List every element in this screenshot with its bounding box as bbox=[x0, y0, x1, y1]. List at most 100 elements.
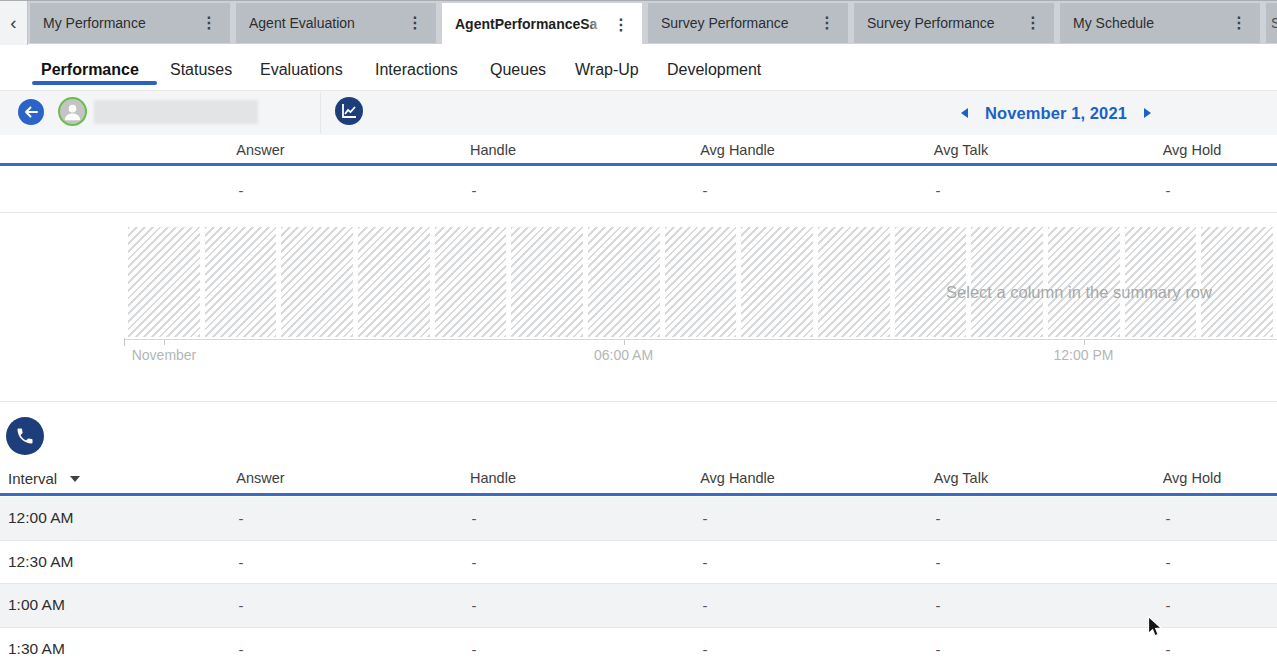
summary-col-avg-handle[interactable]: Avg Handle bbox=[700, 142, 775, 158]
summary-value[interactable]: - bbox=[1166, 182, 1171, 199]
chart-bar bbox=[205, 227, 277, 337]
summary-col-handle[interactable]: Handle bbox=[470, 142, 516, 158]
table-row[interactable]: 1:00 AM - - - - - bbox=[0, 584, 1277, 628]
tab-agent-evaluation[interactable]: Agent Evaluation⋮ bbox=[236, 3, 436, 43]
interval-cell: 1:00 AM bbox=[8, 596, 65, 614]
axis-label-12pm: 12:00 PM bbox=[1054, 347, 1114, 363]
interval-col-handle[interactable]: Handle bbox=[470, 470, 516, 486]
axis-tick bbox=[164, 340, 165, 345]
nav-tab-evaluations[interactable]: Evaluations bbox=[260, 62, 343, 78]
chart-bar bbox=[128, 227, 200, 337]
cell-value: - bbox=[1166, 597, 1171, 614]
chart-bar bbox=[435, 227, 507, 337]
tab-label-fade bbox=[586, 3, 614, 45]
axis-tick bbox=[1084, 340, 1085, 345]
sort-caret-icon bbox=[70, 476, 80, 482]
next-day-button[interactable] bbox=[1144, 108, 1151, 118]
prev-day-button[interactable] bbox=[961, 108, 968, 118]
voice-channel-button[interactable] bbox=[6, 417, 44, 455]
phone-icon bbox=[15, 426, 35, 446]
tab-menu-icon[interactable]: ⋮ bbox=[1025, 3, 1041, 43]
tab-my-schedule[interactable]: My Schedule⋮ bbox=[1060, 3, 1260, 43]
active-nav-underline bbox=[32, 81, 157, 86]
chart-bar bbox=[895, 227, 967, 337]
summary-col-answer[interactable]: Answer bbox=[236, 142, 284, 158]
cell-value: - bbox=[472, 553, 477, 570]
cell-value: - bbox=[1166, 510, 1171, 527]
cell-value: - bbox=[239, 510, 244, 527]
tab-menu-icon[interactable]: ⋮ bbox=[819, 3, 835, 43]
back-button[interactable] bbox=[18, 99, 44, 125]
tab-menu-icon[interactable]: ⋮ bbox=[1231, 3, 1247, 43]
agent-name-redacted bbox=[94, 100, 258, 124]
tab-partial[interactable]: S bbox=[1266, 3, 1277, 43]
nav-tab-wrap-up[interactable]: Wrap-Up bbox=[575, 62, 639, 78]
toolbar-divider bbox=[320, 92, 321, 133]
date-navigator: November 1, 2021 bbox=[961, 103, 1151, 123]
interval-col-answer[interactable]: Answer bbox=[236, 470, 284, 486]
nav-tab-development[interactable]: Development bbox=[667, 62, 761, 78]
table-row[interactable]: 12:00 AM - - - - - bbox=[0, 497, 1277, 541]
chart-placeholder-message: Select a column in the summary row bbox=[946, 283, 1212, 302]
interval-cell: 12:00 AM bbox=[8, 509, 74, 527]
summary-header-rule bbox=[0, 163, 1277, 166]
tab-menu-icon[interactable]: ⋮ bbox=[201, 3, 217, 43]
cell-value: - bbox=[703, 510, 708, 527]
cell-value: - bbox=[936, 510, 941, 527]
chart-bar bbox=[665, 227, 737, 337]
cell-value: - bbox=[239, 553, 244, 570]
chart-bar bbox=[281, 227, 353, 337]
cell-value: - bbox=[703, 553, 708, 570]
workspace-tabbar: ‹ My Performance⋮ Agent Evaluation⋮ Agen… bbox=[0, 0, 1277, 44]
cell-value: - bbox=[703, 597, 708, 614]
axis-label-november: November bbox=[132, 347, 197, 363]
summary-value[interactable]: - bbox=[472, 182, 477, 199]
tab-survey-performance-1[interactable]: Survey Performance⋮ bbox=[648, 3, 848, 43]
tab-my-performance[interactable]: My Performance⋮ bbox=[30, 3, 230, 43]
summary-value[interactable]: - bbox=[936, 182, 941, 199]
cell-value: - bbox=[472, 597, 477, 614]
nav-tab-statuses[interactable]: Statuses bbox=[170, 62, 232, 78]
chart-bar bbox=[741, 227, 813, 337]
table-row[interactable]: 1:30 AM - - - - - bbox=[0, 628, 1277, 662]
cell-value: - bbox=[936, 597, 941, 614]
nav-tab-queues[interactable]: Queues bbox=[490, 62, 546, 78]
interval-cell: 1:30 AM bbox=[8, 640, 65, 658]
nav-tab-performance[interactable]: Performance bbox=[41, 62, 139, 78]
summary-col-avg-hold[interactable]: Avg Hold bbox=[1163, 142, 1222, 158]
chart-x-axis bbox=[124, 339, 1277, 340]
axis-edge-tick bbox=[124, 338, 125, 346]
tab-menu-icon[interactable]: ⋮ bbox=[407, 3, 423, 43]
cell-value: - bbox=[936, 640, 941, 657]
summary-col-avg-talk[interactable]: Avg Talk bbox=[934, 142, 988, 158]
chart-bar bbox=[971, 227, 1043, 337]
interval-col-avg-hold[interactable]: Avg Hold bbox=[1163, 470, 1222, 486]
interval-sort-header[interactable]: Interval bbox=[8, 470, 80, 487]
interval-cell: 12:30 AM bbox=[8, 553, 74, 571]
cell-value: - bbox=[239, 640, 244, 657]
chart-bar bbox=[1201, 227, 1273, 337]
table-row[interactable]: 12:30 AM - - - - - bbox=[0, 541, 1277, 585]
chart-bar bbox=[1048, 227, 1120, 337]
interval-header-rule bbox=[0, 493, 1277, 496]
arrow-left-icon bbox=[24, 105, 38, 119]
chart-bar bbox=[358, 227, 430, 337]
interval-col-avg-handle[interactable]: Avg Handle bbox=[700, 470, 775, 486]
cell-value: - bbox=[936, 553, 941, 570]
interval-col-avg-talk[interactable]: Avg Talk bbox=[934, 470, 988, 486]
tab-survey-performance-2[interactable]: Survey Performance⋮ bbox=[854, 3, 1054, 43]
tab-agent-performance[interactable]: AgentPerformanceSa⋮ bbox=[442, 3, 642, 45]
summary-value[interactable]: - bbox=[703, 182, 708, 199]
summary-value[interactable]: - bbox=[239, 182, 244, 199]
chart-bar bbox=[588, 227, 660, 337]
mouse-cursor bbox=[1147, 615, 1163, 638]
chart-view-button[interactable] bbox=[335, 97, 363, 125]
tabs-scroll-left-button[interactable]: ‹ bbox=[0, 1, 28, 45]
cell-value: - bbox=[703, 640, 708, 657]
chart-bar bbox=[818, 227, 890, 337]
cell-value: - bbox=[472, 640, 477, 657]
axis-label-6am: 06:00 AM bbox=[594, 347, 653, 363]
nav-tab-interactions[interactable]: Interactions bbox=[375, 62, 458, 78]
current-date[interactable]: November 1, 2021 bbox=[985, 104, 1127, 123]
tab-menu-icon[interactable]: ⋮ bbox=[613, 3, 629, 45]
